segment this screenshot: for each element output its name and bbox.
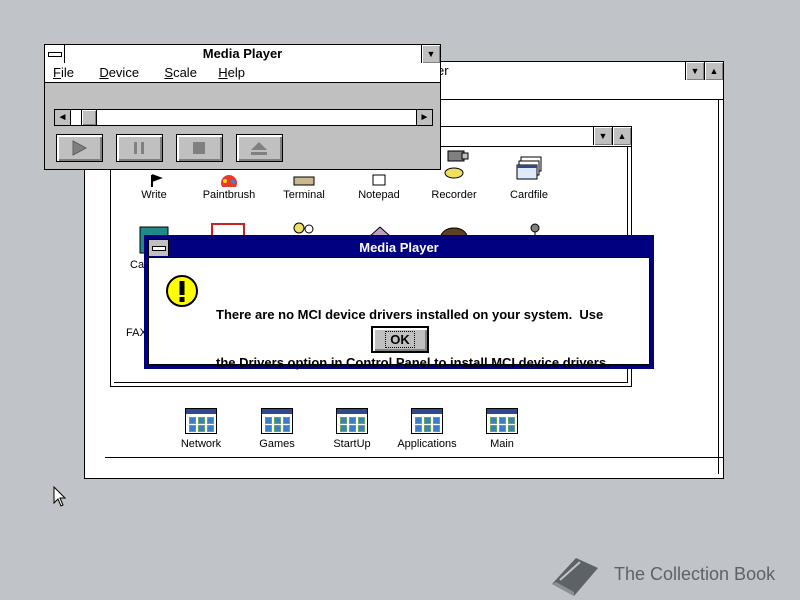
error-dialog: Media Player There are no MCI device dri… [144, 235, 654, 370]
group-label: Games [259, 438, 295, 450]
watermark: The Collection Book [546, 550, 796, 598]
icon-label: Write [141, 189, 167, 201]
group-network[interactable]: Network [163, 408, 239, 450]
media-player-title: Media Player [202, 46, 283, 61]
message-line-1: There are no MCI device drivers installe… [216, 307, 604, 322]
workspace-bottom-line [105, 457, 723, 458]
scroll-thumb[interactable] [81, 110, 97, 125]
program-group-icon [486, 408, 518, 434]
dialog-message: There are no MCI device drivers installe… [216, 275, 646, 403]
message-line-2: the Drivers option in Control Panel to i… [216, 355, 610, 370]
group-label: Main [490, 438, 514, 450]
recorder-icon [438, 149, 470, 187]
minimize-button[interactable]: ▼ [421, 45, 440, 63]
stop-button[interactable] [176, 134, 223, 162]
program-group-icon [261, 408, 293, 434]
position-scrollbar[interactable]: ◄ ► [54, 109, 433, 126]
minimize-button[interactable]: ▼ [593, 127, 612, 145]
group-label: Network [180, 438, 222, 450]
system-menu-button[interactable] [45, 45, 65, 63]
ok-button[interactable]: OK [371, 326, 429, 353]
icon-cardfile[interactable]: Cardfile [491, 149, 567, 201]
icon-label: Recorder [431, 189, 477, 201]
eject-icon [251, 142, 267, 155]
dialog-title: Media Player [359, 240, 439, 255]
maximize-button[interactable]: ▲ [612, 127, 631, 145]
pause-button[interactable] [116, 134, 163, 162]
book-icon [552, 558, 598, 596]
media-player-menubar: File Device Scale Help [45, 64, 440, 83]
dialog-titlebar[interactable]: Media Player [149, 240, 649, 258]
icon-label: Cardfile [510, 189, 548, 201]
menu-file[interactable]: File [45, 64, 82, 82]
group-applications[interactable]: Applications [389, 408, 465, 450]
pause-icon [134, 142, 144, 154]
sound-recorder-icon[interactable] [527, 223, 543, 235]
warning-icon [165, 274, 199, 308]
menu-scale[interactable]: Scale [150, 64, 205, 82]
group-startup[interactable]: StartUp [314, 408, 390, 450]
media-player-titlebar[interactable]: Media Player [45, 45, 440, 65]
workspace-right-line [718, 100, 719, 474]
menu-device[interactable]: Device [85, 64, 147, 82]
icon-label: Paintbrush [202, 189, 256, 201]
clock-icon[interactable] [291, 221, 317, 235]
scroll-left-arrow[interactable]: ◄ [55, 110, 71, 125]
group-main[interactable]: Main [464, 408, 540, 450]
media-player-window: Media Player ▼ File Device Scale Help ◄ … [44, 44, 441, 170]
icon-label: Notepad [358, 189, 400, 201]
dialog-system-menu-button[interactable] [149, 240, 169, 256]
group-label: StartUp [333, 438, 371, 450]
group-label: Applications [397, 438, 457, 450]
dialog-frame: Media Player There are no MCI device dri… [148, 239, 650, 370]
program-group-icon [336, 408, 368, 434]
scroll-right-arrow[interactable]: ► [416, 110, 432, 125]
eject-button[interactable] [236, 134, 283, 162]
icon-label: Terminal [283, 189, 325, 201]
play-icon [72, 140, 88, 156]
menu-help[interactable]: Help [208, 64, 253, 82]
mouse-cursor-icon [53, 485, 67, 508]
program-group-icon [411, 408, 443, 434]
maximize-button[interactable]: ▲ [704, 62, 723, 80]
group-games[interactable]: Games [239, 408, 315, 450]
watermark-text: The Collection Book [614, 564, 776, 584]
play-button[interactable] [56, 134, 103, 162]
ok-button-label: OK [385, 331, 415, 348]
minimize-button[interactable]: ▼ [685, 62, 704, 80]
program-group-icon [185, 408, 217, 434]
stop-icon [193, 142, 205, 154]
cardfile-icon [513, 149, 545, 187]
